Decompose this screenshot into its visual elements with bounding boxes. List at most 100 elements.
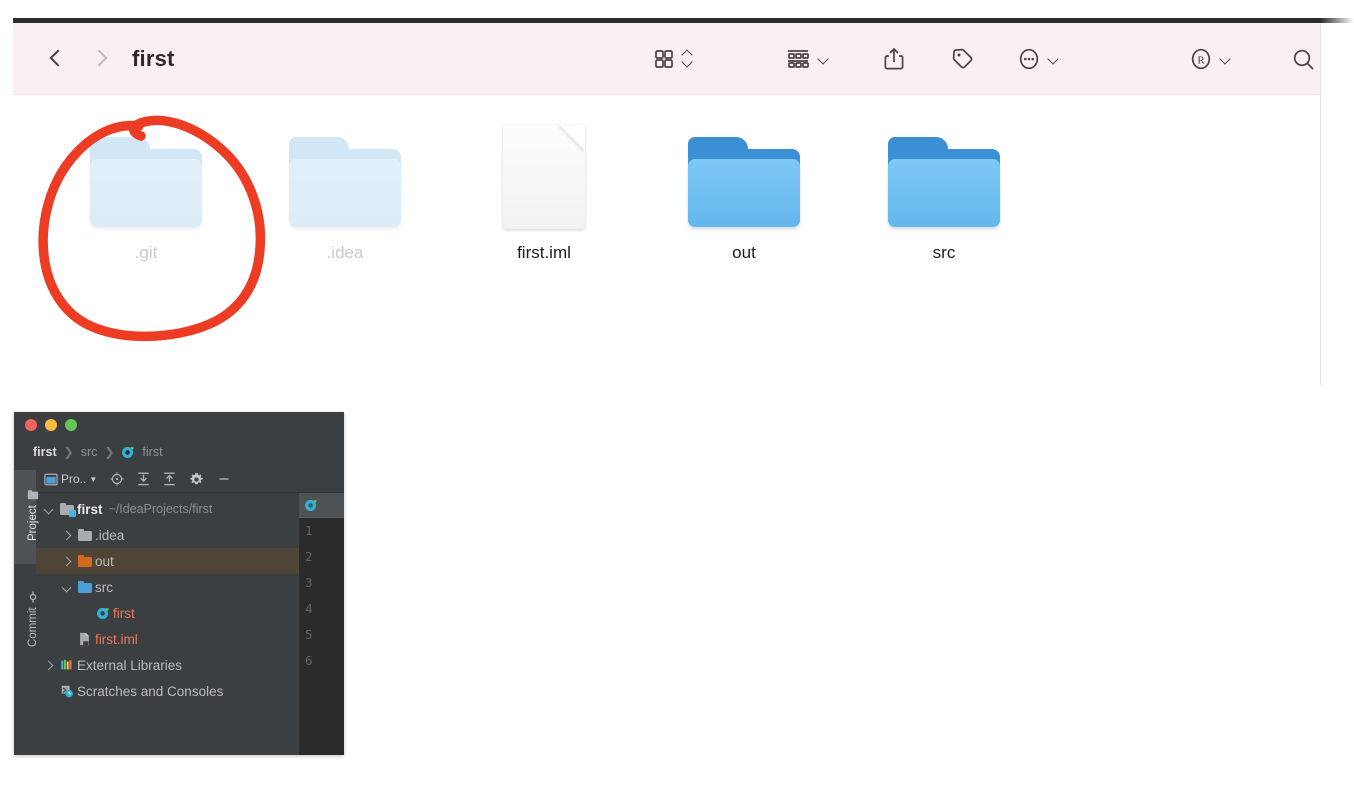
target-icon[interactable] xyxy=(110,472,124,486)
forward-button[interactable] xyxy=(91,48,104,70)
folder-blue-icon xyxy=(74,581,95,593)
chevron-down-icon[interactable] xyxy=(1220,54,1231,65)
share-button[interactable] xyxy=(883,46,905,72)
file-label: .idea xyxy=(326,243,364,262)
grid-view-icon[interactable] xyxy=(653,48,675,70)
project-view-icon xyxy=(44,473,58,485)
gutter-line-number: 1 xyxy=(305,523,313,538)
zoom-window-button[interactable] xyxy=(65,419,77,431)
tree-row-scratches-and-consoles[interactable]: Scratches and Consoles xyxy=(36,678,299,704)
chevron-down-icon[interactable] xyxy=(818,54,829,65)
more-actions-group[interactable] xyxy=(1017,46,1059,72)
hide-tool-window-icon[interactable] xyxy=(217,472,231,486)
tree-row-idea[interactable]: .idea xyxy=(36,522,299,548)
tree-row-label: first xyxy=(77,501,103,517)
tag-button[interactable] xyxy=(951,47,975,71)
disclosure-triangle-icon[interactable] xyxy=(58,530,74,540)
gear-icon[interactable] xyxy=(189,472,204,487)
java-class-icon xyxy=(122,446,135,458)
idea-main-area: Pro.. ▼ first ~/IdeaProjects/first .idea… xyxy=(36,466,344,755)
file-item-src[interactable]: src xyxy=(844,117,1044,263)
group-rows-icon[interactable] xyxy=(785,47,811,71)
tree-row-label: Scratches and Consoles xyxy=(77,683,224,699)
tree-row-first-root[interactable]: first ~/IdeaProjects/first xyxy=(36,496,299,522)
folder-icon xyxy=(644,117,844,229)
breadcrumb-separator-icon: ❯ xyxy=(104,445,115,459)
desktop-background-strip-fade xyxy=(1320,18,1354,23)
navigation-arrows xyxy=(50,48,104,70)
editor-pane: 1 2 3 4 5 6 xyxy=(299,493,344,755)
file-label: out xyxy=(732,243,756,262)
project-view-label: Pro.. xyxy=(61,472,87,486)
minimize-window-button[interactable] xyxy=(45,419,57,431)
close-window-button[interactable] xyxy=(25,419,37,431)
breadcrumb-item-src[interactable]: src xyxy=(81,445,98,459)
disclosure-triangle-icon[interactable] xyxy=(40,660,56,670)
tree-row-label: out xyxy=(95,553,114,569)
tree-row-label: first xyxy=(113,605,135,621)
registered-badge-group[interactable]: R xyxy=(1189,46,1231,72)
gutter-line-number: 2 xyxy=(305,549,313,564)
sidebar-item-label: Commit xyxy=(27,607,39,647)
r-circle-icon[interactable]: R xyxy=(1189,46,1213,72)
disclosure-triangle-icon[interactable] xyxy=(40,504,56,514)
sidebar-item-commit[interactable]: Commit xyxy=(27,577,39,647)
group-by-group[interactable] xyxy=(785,47,829,71)
sidebar-item-label: Project xyxy=(27,505,39,541)
file-item-first-iml[interactable]: first.iml xyxy=(444,117,644,263)
folder-icon xyxy=(245,117,445,229)
tree-row-src[interactable]: src xyxy=(36,574,299,600)
back-button[interactable] xyxy=(50,48,63,70)
idea-body: Project Commit Pro.. ▼ first ~/IdeaProje… xyxy=(14,466,344,755)
chevron-down-icon[interactable]: ▼ xyxy=(89,475,97,484)
iml-file-icon xyxy=(74,632,95,646)
java-class-icon xyxy=(92,606,113,620)
folder-icon xyxy=(46,117,246,229)
libraries-icon xyxy=(56,658,77,672)
disclosure-triangle-icon[interactable] xyxy=(58,556,74,566)
share-icon[interactable] xyxy=(883,46,905,72)
folder-orange-icon xyxy=(74,555,95,567)
folder-gray-icon xyxy=(74,529,95,541)
document-icon xyxy=(444,117,644,229)
chevron-down-icon[interactable] xyxy=(1048,54,1059,65)
collapse-all-icon[interactable] xyxy=(163,472,176,486)
file-item-git[interactable]: .git xyxy=(46,117,246,263)
breadcrumb-item-class[interactable]: first xyxy=(142,445,162,459)
file-item-out[interactable]: out xyxy=(644,117,844,263)
breadcrumb-item-project[interactable]: first xyxy=(33,445,57,459)
tree-row-first-iml[interactable]: first.iml xyxy=(36,626,299,652)
tree-row-external-libraries[interactable]: External Libraries xyxy=(36,652,299,678)
file-label: .git xyxy=(134,243,158,262)
tree-row-out[interactable]: out xyxy=(36,548,299,574)
chevron-up-down-icon[interactable] xyxy=(682,48,693,70)
expand-all-icon[interactable] xyxy=(137,472,150,486)
gutter-line-number: 3 xyxy=(305,575,313,590)
scratches-icon xyxy=(56,684,77,698)
finder-window: first R .git .idea first.iml out src xyxy=(13,23,1321,385)
file-label: first.iml xyxy=(517,243,571,262)
tree-and-editor: first ~/IdeaProjects/first .idea out src… xyxy=(36,493,344,755)
file-item-idea[interactable]: .idea xyxy=(245,117,445,263)
search-icon[interactable] xyxy=(1291,46,1317,72)
folder-icon xyxy=(27,490,39,500)
intellij-idea-window: first ❯ src ❯ first Project Commit Pro..… xyxy=(14,412,344,755)
editor-tab[interactable] xyxy=(299,493,344,518)
java-class-icon xyxy=(305,499,318,511)
sidebar-item-project[interactable]: Project xyxy=(27,471,39,541)
ellipsis-circle-icon[interactable] xyxy=(1017,46,1041,72)
project-view-selector[interactable]: Pro.. ▼ xyxy=(44,472,97,486)
project-tree: first ~/IdeaProjects/first .idea out src… xyxy=(36,493,299,755)
icon-view-group[interactable] xyxy=(653,48,693,70)
idea-titlebar xyxy=(14,412,344,438)
tag-icon[interactable] xyxy=(951,47,975,71)
disclosure-triangle-icon[interactable] xyxy=(58,582,74,592)
tree-row-first-class[interactable]: first xyxy=(36,600,299,626)
gutter-line-number: 5 xyxy=(305,627,313,642)
breadcrumb-separator-icon: ❯ xyxy=(63,445,74,459)
folder-icon xyxy=(844,117,1044,229)
gutter-line-number: 4 xyxy=(305,601,313,616)
search-button[interactable] xyxy=(1291,46,1317,72)
finder-toolbar: first R xyxy=(13,23,1320,95)
tool-window-sidebar: Project Commit xyxy=(14,466,39,755)
